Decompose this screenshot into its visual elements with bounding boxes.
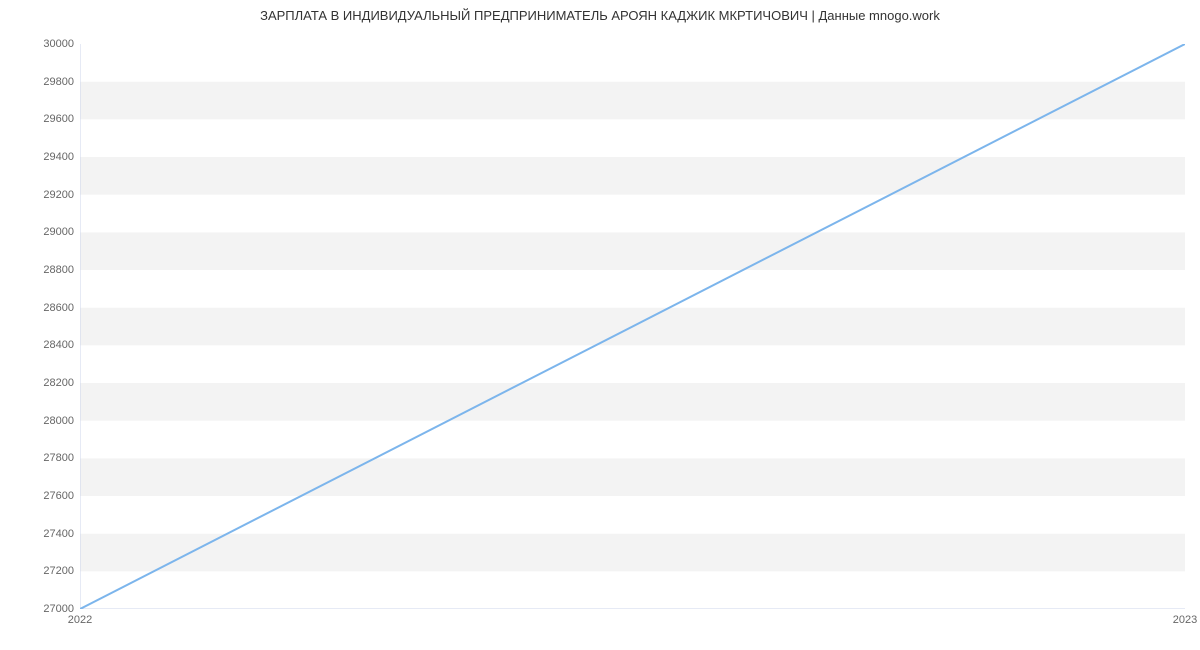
y-tick-label: 27000 [24, 603, 74, 615]
y-tick-label: 27400 [24, 528, 74, 540]
y-tick-label: 29200 [24, 189, 74, 201]
chart-svg [80, 44, 1185, 609]
chart-title: ЗАРПЛАТА В ИНДИВИДУАЛЬНЫЙ ПРЕДПРИНИМАТЕЛ… [0, 8, 1200, 23]
y-tick-label: 28600 [24, 302, 74, 314]
x-tick-label: 2022 [68, 614, 92, 626]
y-tick-label: 28200 [24, 377, 74, 389]
x-tick-label: 2023 [1173, 614, 1197, 626]
y-tick-label: 30000 [24, 38, 74, 50]
y-tick-label: 27200 [24, 565, 74, 577]
y-tick-label: 27600 [24, 490, 74, 502]
y-tick-label: 29600 [24, 113, 74, 125]
y-tick-label: 28000 [24, 415, 74, 427]
y-tick-label: 28400 [24, 339, 74, 351]
chart-container: ЗАРПЛАТА В ИНДИВИДУАЛЬНЫЙ ПРЕДПРИНИМАТЕЛ… [0, 0, 1200, 650]
y-tick-label: 29800 [24, 76, 74, 88]
y-tick-label: 28800 [24, 264, 74, 276]
y-tick-label: 29400 [24, 151, 74, 163]
plot-area [80, 44, 1185, 609]
y-tick-label: 29000 [24, 226, 74, 238]
y-tick-label: 27800 [24, 452, 74, 464]
